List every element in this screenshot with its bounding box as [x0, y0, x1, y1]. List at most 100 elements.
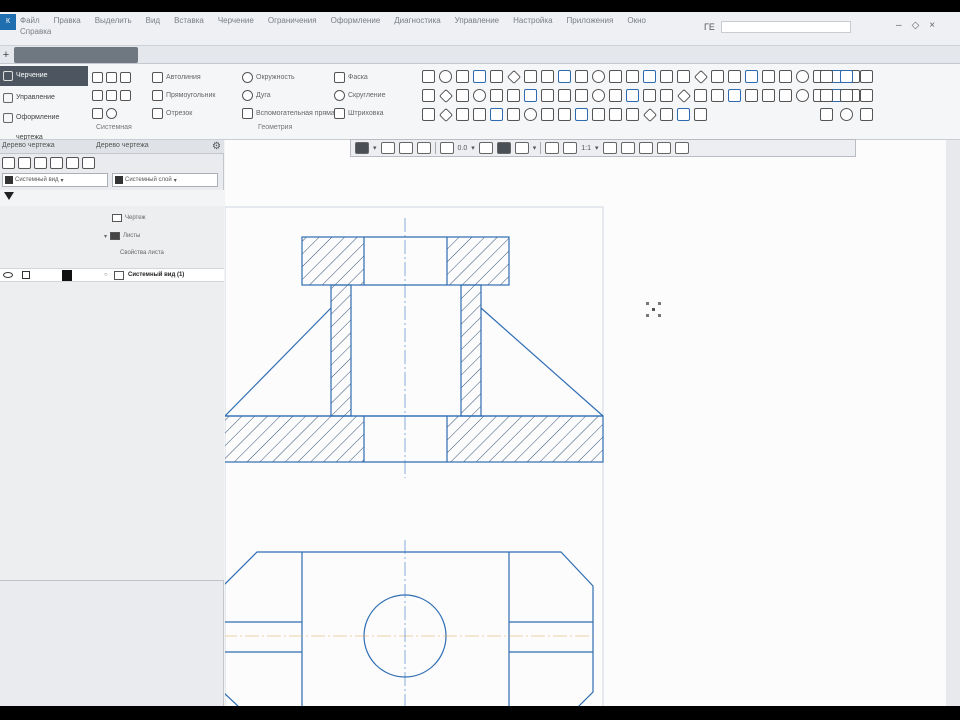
refresh-icon[interactable]	[602, 142, 617, 154]
measure-icon[interactable]	[840, 89, 853, 102]
point-icon[interactable]	[106, 107, 117, 119]
edit-tool-icon[interactable]	[438, 88, 454, 104]
document-tab-active[interactable]	[14, 47, 138, 63]
hatch-button[interactable]: Штриховка	[334, 104, 416, 122]
brush-icon[interactable]	[674, 142, 689, 154]
segment-button[interactable]: Отрезок	[152, 104, 238, 122]
edit-tool-icon[interactable]	[660, 70, 673, 83]
edit-tool-icon[interactable]	[490, 70, 503, 83]
edit-tool-icon[interactable]	[642, 107, 658, 123]
save-icon[interactable]	[120, 71, 131, 83]
edit-tool-icon[interactable]	[676, 88, 692, 104]
style-icon[interactable]	[496, 142, 511, 154]
edit-tool-icon[interactable]	[558, 108, 571, 121]
snap-icon[interactable]	[416, 142, 431, 154]
edit-tool-icon[interactable]	[762, 70, 775, 83]
chamfer-button[interactable]: Фаска	[334, 68, 416, 86]
layer-select[interactable]: Системный слой ▾	[112, 173, 218, 187]
edit-tool-icon[interactable]	[422, 70, 435, 83]
snap-mode-icon[interactable]	[355, 142, 369, 154]
edit-tool-icon[interactable]	[422, 89, 435, 102]
edit-tool-icon[interactable]	[592, 89, 605, 102]
measure-icon[interactable]	[820, 89, 833, 102]
edit-tool-icon[interactable]	[728, 89, 741, 102]
edit-tool-icon[interactable]	[728, 70, 741, 83]
ribbon-category-annotation[interactable]: Оформление чертежа	[0, 108, 88, 141]
edit-tool-icon[interactable]	[473, 108, 486, 121]
tree-view-icon[interactable]	[2, 157, 15, 169]
funnel-icon[interactable]	[4, 192, 14, 200]
edit-tool-icon[interactable]	[422, 108, 435, 121]
edit-tool-icon[interactable]	[541, 70, 554, 83]
edit-tool-icon[interactable]	[660, 89, 673, 102]
layer-icon[interactable]	[478, 142, 493, 154]
tree-item-system-view[interactable]: ○ Системный вид (1)	[0, 268, 224, 282]
edit-tool-icon[interactable]	[558, 70, 571, 83]
edit-tool-icon[interactable]	[541, 89, 554, 102]
view-icon[interactable]	[92, 89, 103, 101]
zoom-icon[interactable]	[545, 142, 560, 154]
edit-tool-icon[interactable]	[745, 89, 758, 102]
parameter-icon[interactable]	[92, 107, 103, 119]
edit-tool-icon[interactable]	[745, 70, 758, 83]
edit-tool-icon[interactable]	[524, 89, 537, 102]
dropdown-arrow-icon[interactable]: ▾	[373, 144, 377, 152]
app-logo-icon[interactable]: К	[0, 14, 16, 30]
edit-tool-icon[interactable]	[779, 89, 792, 102]
ribbon-category-manage[interactable]: Управление	[0, 88, 88, 108]
edit-tool-icon[interactable]	[609, 108, 622, 121]
tree-settings-icon[interactable]	[82, 157, 95, 169]
menu-diagnostics[interactable]: Диагностика	[394, 16, 440, 25]
edit-tool-icon[interactable]	[541, 108, 554, 121]
edit-tool-icon[interactable]	[762, 89, 775, 102]
measure-icon[interactable]	[840, 108, 853, 121]
edit-tool-icon[interactable]	[592, 108, 605, 121]
dropdown-arrow-icon[interactable]: ▾	[595, 144, 599, 152]
fit-icon[interactable]	[656, 142, 671, 154]
edit-tool-icon[interactable]	[694, 108, 707, 121]
edit-tool-icon[interactable]	[507, 108, 520, 121]
edit-tool-icon[interactable]	[456, 108, 469, 121]
gear-icon[interactable]: ⚙	[212, 141, 221, 152]
arc-button[interactable]: Дуга	[242, 86, 330, 104]
layer-icon[interactable]	[106, 89, 117, 101]
menu-manage[interactable]: Управление	[455, 16, 499, 25]
edit-tool-icon[interactable]	[677, 70, 690, 83]
measure-icon[interactable]	[840, 70, 853, 83]
edit-tool-icon[interactable]	[677, 108, 690, 121]
measure-icon[interactable]	[860, 108, 873, 121]
menu-edit[interactable]: Правка	[54, 16, 81, 25]
edit-tool-icon[interactable]	[456, 89, 469, 102]
menu-constraints[interactable]: Ограничения	[268, 16, 317, 25]
edit-tool-icon[interactable]	[796, 89, 809, 102]
menu-drafting[interactable]: Черчение	[218, 16, 254, 25]
edit-tool-icon[interactable]	[626, 70, 639, 83]
grid-icon[interactable]	[380, 142, 395, 154]
edit-tool-icon[interactable]	[456, 70, 469, 83]
menu-select[interactable]: Выделить	[95, 16, 132, 25]
edit-tool-icon[interactable]	[490, 89, 503, 102]
minimize-icon[interactable]: –	[896, 20, 902, 31]
layer-value[interactable]: 0.0	[458, 145, 468, 152]
edit-tool-icon[interactable]	[524, 108, 537, 121]
edit-tool-icon[interactable]	[693, 69, 709, 85]
edit-tool-icon[interactable]	[643, 89, 656, 102]
open-folder-icon[interactable]	[106, 71, 117, 83]
menu-settings[interactable]: Настройка	[513, 16, 552, 25]
rectangle-button[interactable]: Прямоугольник	[152, 86, 238, 104]
edit-tool-icon[interactable]	[643, 70, 656, 83]
property-icon[interactable]	[120, 89, 131, 101]
edit-tool-icon[interactable]	[694, 89, 707, 102]
command-search-input[interactable]	[720, 21, 851, 33]
table-icon[interactable]	[439, 142, 454, 154]
measure-icon[interactable]	[860, 89, 873, 102]
edit-tool-icon[interactable]	[524, 70, 537, 83]
edit-tool-icon[interactable]	[507, 89, 520, 102]
edit-tool-icon[interactable]	[575, 89, 588, 102]
edit-tool-icon[interactable]	[490, 108, 503, 121]
edit-tool-icon[interactable]	[575, 108, 588, 121]
new-doc-icon[interactable]	[92, 71, 103, 83]
tree-expand-icon[interactable]	[50, 157, 63, 169]
tree-sort-icon[interactable]	[34, 157, 47, 169]
view-select[interactable]: Системный вид ▾	[2, 173, 108, 187]
